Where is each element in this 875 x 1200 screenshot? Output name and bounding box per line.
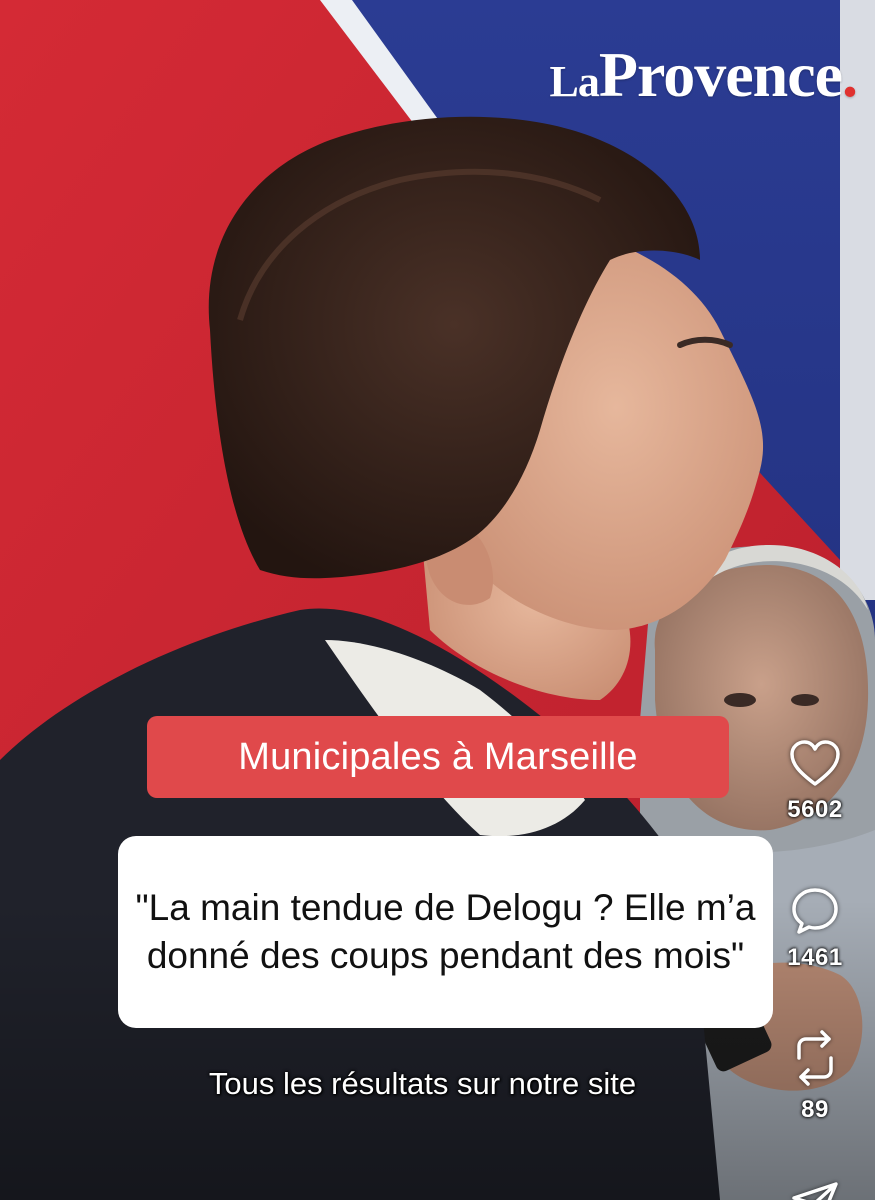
comment-button[interactable]: 1461 (755, 886, 875, 972)
quote-caption: "La main tendue de Delogu ? Elle m’a don… (118, 836, 773, 1028)
topic-tag: Municipales à Marseille (147, 716, 729, 798)
share-icon (792, 1182, 838, 1200)
logo-main: Provence (598, 39, 843, 110)
logo-dot: . (842, 39, 858, 110)
logo-prefix: La (549, 57, 599, 106)
video-post: La Provence. Municipales à Marseille "La … (0, 0, 875, 1200)
heart-icon (790, 740, 840, 786)
comment-count: 1461 (787, 944, 843, 971)
comment-bubble-icon (792, 888, 838, 934)
repost-icon (797, 1030, 833, 1086)
share-button[interactable] (755, 1180, 875, 1200)
like-count: 5602 (787, 796, 843, 823)
la-provence-logo: La Provence. (549, 38, 858, 112)
like-button[interactable]: 5602 (755, 740, 875, 824)
repost-button[interactable]: 89 (755, 1028, 875, 1124)
repost-count: 89 (801, 1096, 829, 1123)
video-subtitle: Tous les résultats sur notre site (208, 1066, 637, 1101)
